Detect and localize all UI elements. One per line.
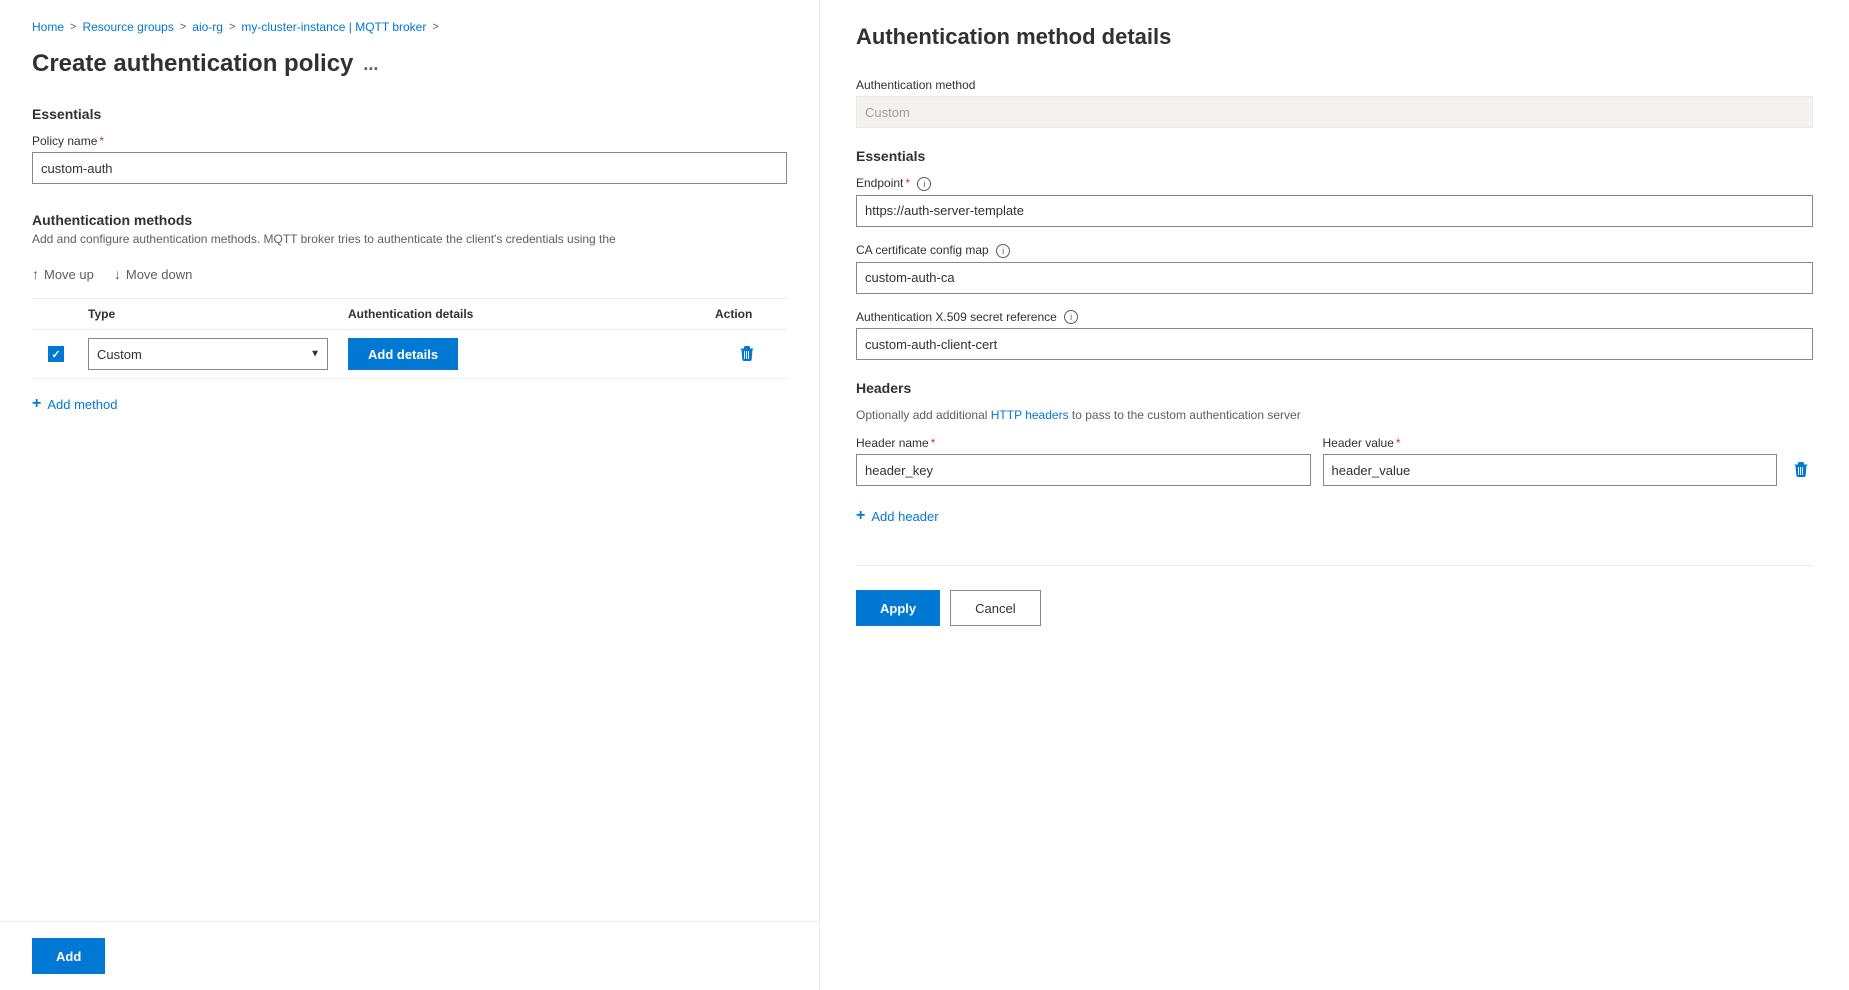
breadcrumb-resource-groups[interactable]: Resource groups [82,20,173,34]
move-down-arrow-icon: ↓ [114,266,121,282]
breadcrumb-home[interactable]: Home [32,20,64,34]
auth-methods-title: Authentication methods [32,212,787,228]
add-header-button[interactable]: + Add header [856,499,939,533]
breadcrumb-sep-4: > [432,21,438,33]
move-down-button[interactable]: ↓ Move down [114,262,192,286]
row-checkbox-cell [32,346,80,362]
endpoint-input[interactable] [856,195,1813,227]
move-buttons-group: ↑ Move up ↓ Move down [32,262,787,286]
auth-methods-table: Type Authentication details Action Custo… [32,298,787,379]
row-type-cell: Custom X.509 ServiceAccountToken Kerbero… [80,338,340,370]
endpoint-field: Endpoint* i [856,176,1813,227]
page-header: Create authentication policy ... [32,50,787,78]
right-bottom-bar: Apply Cancel [856,565,1813,626]
type-select[interactable]: Custom X.509 ServiceAccountToken Kerbero… [88,338,328,370]
add-method-button[interactable]: + Add method [32,383,117,425]
breadcrumb-cluster-instance[interactable]: my-cluster-instance | MQTT broker [241,20,426,34]
delete-header-icon[interactable] [1789,458,1813,487]
add-method-label: Add method [47,397,117,412]
breadcrumb: Home > Resource groups > aio-rg > my-clu… [32,20,787,34]
add-button[interactable]: Add [32,938,105,974]
row-auth-details-cell: Add details [340,338,707,370]
headers-section: Headers Optionally add additional HTTP h… [856,380,1813,533]
policy-name-input[interactable] [32,152,787,184]
header-name-label: Header name* [856,436,1311,450]
add-header-plus-icon: + [856,507,865,525]
apply-button[interactable]: Apply [856,590,940,626]
table-header-row: Type Authentication details Action [32,299,787,330]
move-down-label: Move down [126,267,192,282]
ca-cert-field: CA certificate config map i [856,243,1813,294]
headers-section-title: Headers [856,380,1813,396]
right-panel: Authentication method details Authentica… [820,0,1849,990]
endpoint-label: Endpoint* i [856,176,1813,191]
policy-name-field: Policy name* [32,134,787,184]
header-value-label: Header value* [1323,436,1778,450]
auth-methods-desc: Add and configure authentication methods… [32,232,787,246]
page-title: Create authentication policy [32,50,353,78]
add-method-plus-icon: + [32,395,41,413]
table-header-checkbox-col [32,307,80,321]
left-bottom-bar: Add [0,921,819,990]
x509-field: Authentication X.509 secret reference i [856,310,1813,361]
table-header-type: Type [80,307,340,321]
delete-row-icon[interactable] [715,346,779,362]
row-action-cell [707,346,787,362]
x509-label: Authentication X.509 secret reference i [856,310,1813,325]
move-up-button[interactable]: ↑ Move up [32,262,94,286]
headers-desc: Optionally add additional HTTP headers t… [856,408,1813,422]
ca-cert-info-icon[interactable]: i [996,244,1010,258]
add-header-label: Add header [871,509,938,524]
auth-method-display: Custom [856,96,1813,128]
cancel-button[interactable]: Cancel [950,590,1040,626]
auth-method-field: Authentication method Custom [856,78,1813,128]
move-up-label: Move up [44,267,94,282]
x509-input[interactable] [856,328,1813,360]
endpoint-info-icon[interactable]: i [917,177,931,191]
auth-method-label: Authentication method [856,78,1813,92]
breadcrumb-sep-1: > [70,21,76,33]
right-essentials-title: Essentials [856,148,1813,164]
right-panel-title: Authentication method details [856,24,1813,50]
breadcrumb-aio-rg[interactable]: aio-rg [192,20,223,34]
header-value-input[interactable] [1323,454,1778,486]
essentials-section-title: Essentials [32,106,787,122]
left-panel: Home > Resource groups > aio-rg > my-clu… [0,0,820,990]
ca-cert-label: CA certificate config map i [856,243,1813,258]
add-details-button[interactable]: Add details [348,338,458,370]
row-checkbox[interactable] [48,346,64,362]
header-name-input[interactable] [856,454,1311,486]
page-menu-button[interactable]: ... [363,54,378,75]
header-value-field: Header value* [1323,436,1778,486]
header-row: Header name* Header value* [856,436,1813,487]
move-up-arrow-icon: ↑ [32,266,39,282]
ca-cert-input[interactable] [856,262,1813,294]
policy-name-label: Policy name* [32,134,787,148]
type-select-wrapper: Custom X.509 ServiceAccountToken Kerbero… [88,338,328,370]
header-name-field: Header name* [856,436,1311,486]
table-row: Custom X.509 ServiceAccountToken Kerbero… [32,330,787,379]
table-header-action: Action [707,307,787,321]
table-header-auth-details: Authentication details [340,307,707,321]
breadcrumb-sep-3: > [229,21,235,33]
breadcrumb-sep-2: > [180,21,186,33]
x509-info-icon[interactable]: i [1064,310,1078,324]
